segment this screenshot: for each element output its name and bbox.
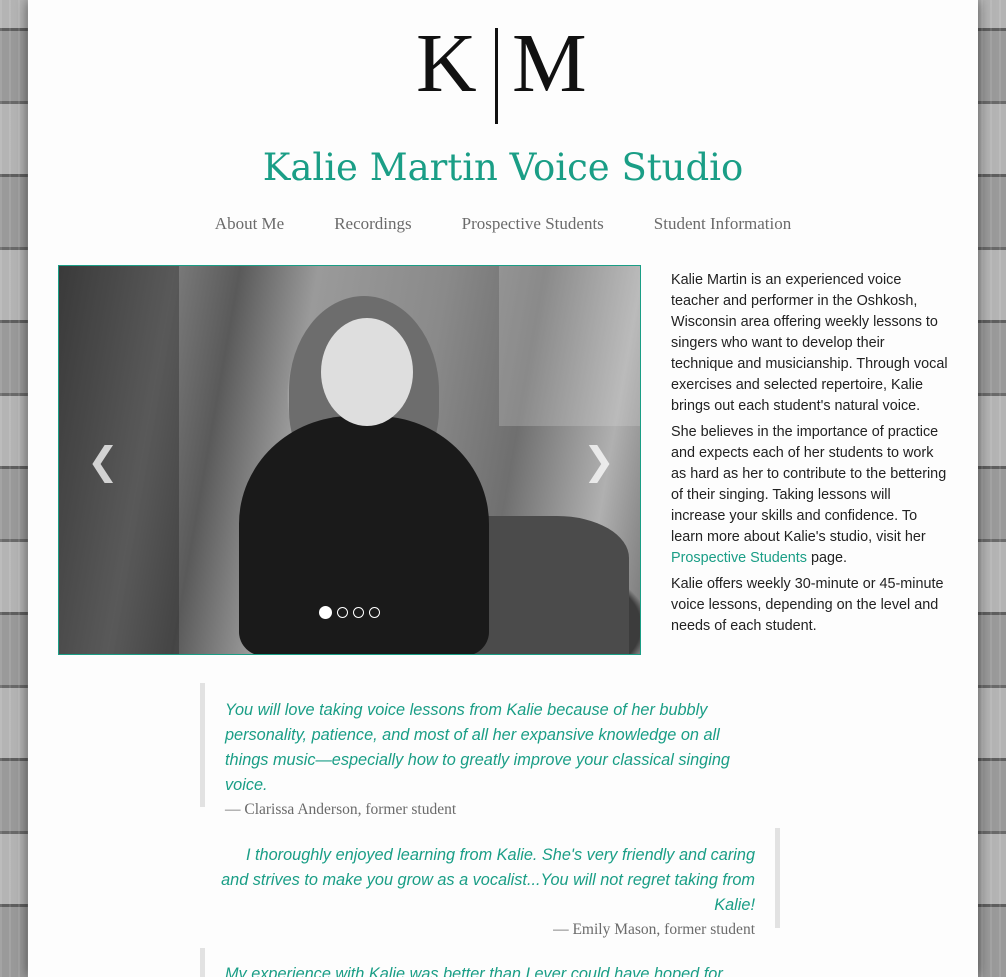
photo-carousel[interactable]: ❮ ❯ bbox=[58, 265, 641, 655]
site-title: Kalie Martin Voice Studio bbox=[262, 146, 744, 189]
main-nav: About Me Recordings Prospective Students… bbox=[28, 214, 978, 234]
testimonial-author: — Clarissa Anderson, former student bbox=[225, 801, 457, 818]
carousel-indicator-3[interactable] bbox=[353, 607, 364, 618]
testimonial-3: My experience with Kalie was better than… bbox=[200, 948, 760, 977]
testimonial-2: I thoroughly enjoyed learning from Kalie… bbox=[220, 828, 780, 938]
prospective-students-link[interactable]: Prospective Students bbox=[671, 550, 807, 566]
logo-divider bbox=[495, 28, 498, 124]
chevron-right-icon[interactable]: ❯ bbox=[583, 441, 615, 481]
nav-student-information[interactable]: Student Information bbox=[654, 214, 791, 234]
intro-paragraph-3: Kalie offers weekly 30-minute or 45-minu… bbox=[671, 576, 944, 634]
nav-about-me[interactable]: About Me bbox=[215, 214, 284, 234]
carousel-photo-face bbox=[321, 318, 413, 426]
carousel-indicator-2[interactable] bbox=[337, 607, 348, 618]
carousel-indicator-1[interactable] bbox=[319, 606, 332, 619]
chevron-left-icon[interactable]: ❮ bbox=[87, 441, 119, 481]
logo-letter-m: M bbox=[512, 17, 587, 110]
nav-prospective-students[interactable]: Prospective Students bbox=[462, 214, 604, 234]
intro-text: Kalie Martin is an experienced voice tea… bbox=[671, 270, 949, 642]
page-container: K M Kalie Martin Voice Studio About Me R… bbox=[28, 0, 978, 977]
site-logo[interactable]: K M bbox=[28, 14, 978, 126]
intro-paragraph-2-text: She believes in the importance of practi… bbox=[671, 424, 947, 545]
intro-paragraph-2-end: page. bbox=[807, 550, 848, 566]
logo-letter-k: K bbox=[416, 17, 477, 110]
testimonial-text: You will love taking voice lessons from … bbox=[225, 701, 730, 794]
carousel-indicators bbox=[319, 606, 380, 619]
nav-recordings[interactable]: Recordings bbox=[334, 214, 411, 234]
carousel-indicator-4[interactable] bbox=[369, 607, 380, 618]
testimonial-text: My experience with Kalie was better than… bbox=[225, 965, 727, 977]
intro-paragraph-1: Kalie Martin is an experienced voice tea… bbox=[671, 272, 948, 414]
carousel-photo-sweater bbox=[239, 416, 489, 654]
intro-paragraph-2: She believes in the importance of practi… bbox=[671, 422, 949, 569]
carousel-photo-rock-right bbox=[499, 266, 640, 426]
testimonial-1: You will love taking voice lessons from … bbox=[200, 683, 760, 818]
testimonial-text: I thoroughly enjoyed learning from Kalie… bbox=[221, 846, 755, 914]
testimonial-author: — Emily Mason, former student bbox=[553, 921, 755, 938]
carousel-photo-rock-left bbox=[59, 266, 179, 654]
